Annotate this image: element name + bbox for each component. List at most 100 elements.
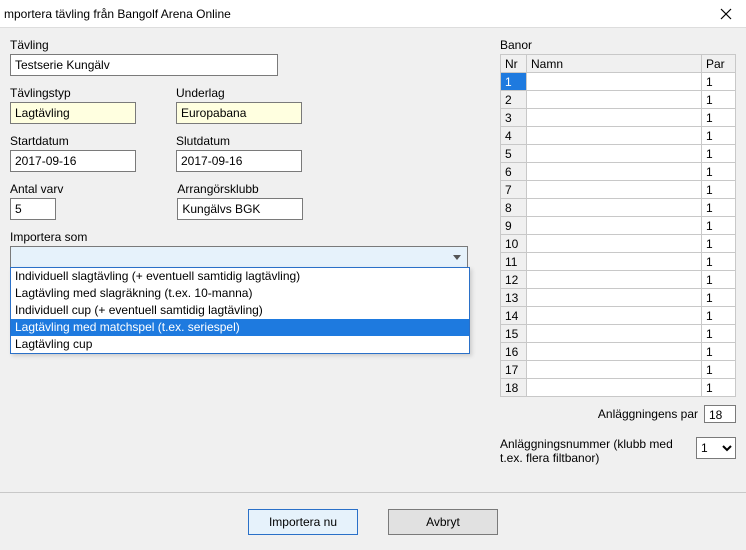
importera-som-dropdown[interactable] — [10, 246, 468, 268]
table-row[interactable]: 15 1 — [501, 325, 736, 343]
cell-par[interactable]: 1 — [702, 181, 736, 199]
dropdown-option[interactable]: Individuell cup (+ eventuell samtidig la… — [11, 302, 469, 319]
dropdown-option[interactable]: Individuell slagtävling (+ eventuell sam… — [11, 268, 469, 285]
cell-name[interactable] — [527, 217, 702, 235]
table-row[interactable]: 18 1 — [501, 379, 736, 397]
close-button[interactable] — [706, 0, 746, 28]
cell-name[interactable] — [527, 199, 702, 217]
cell-nr[interactable]: 5 — [501, 145, 527, 163]
cell-name[interactable] — [527, 109, 702, 127]
cell-name[interactable] — [527, 235, 702, 253]
cell-name[interactable] — [527, 253, 702, 271]
arrangorsklubb-input[interactable] — [177, 198, 303, 220]
antalvarv-input[interactable] — [10, 198, 56, 220]
table-row[interactable]: 12 1 — [501, 271, 736, 289]
close-icon — [720, 8, 732, 20]
dropdown-option[interactable]: Lagtävling cup — [11, 336, 469, 353]
cell-par[interactable]: 1 — [702, 199, 736, 217]
cell-name[interactable] — [527, 325, 702, 343]
cell-name[interactable] — [527, 379, 702, 397]
table-row[interactable]: 11 — [501, 73, 736, 91]
cell-par[interactable]: 1 — [702, 73, 736, 91]
table-row[interactable]: 51 — [501, 145, 736, 163]
cell-nr[interactable]: 8 — [501, 199, 527, 217]
table-row[interactable]: 21 — [501, 91, 736, 109]
cell-name[interactable] — [527, 343, 702, 361]
anlaggningens-par-label: Anläggningens par — [598, 407, 698, 421]
cell-name[interactable] — [527, 91, 702, 109]
cell-name[interactable] — [527, 73, 702, 91]
table-row[interactable]: 91 — [501, 217, 736, 235]
anlaggningsnummer-label: Anläggningsnummer (klubb med t.ex. flera… — [500, 437, 680, 465]
slutdatum-input[interactable] — [176, 150, 302, 172]
cell-par[interactable]: 1 — [702, 271, 736, 289]
footer: Importera nu Avbryt — [0, 492, 746, 550]
dropdown-option[interactable]: Lagtävling med matchspel (t.ex. seriespe… — [11, 319, 469, 336]
startdatum-input[interactable] — [10, 150, 136, 172]
cell-nr[interactable]: 11 — [501, 253, 527, 271]
cell-nr[interactable]: 15 — [501, 325, 527, 343]
cell-par[interactable]: 1 — [702, 145, 736, 163]
cell-name[interactable] — [527, 289, 702, 307]
table-row[interactable]: 81 — [501, 199, 736, 217]
cell-name[interactable] — [527, 307, 702, 325]
cell-nr[interactable]: 1 — [501, 73, 527, 91]
table-row[interactable]: 14 1 — [501, 307, 736, 325]
importera-som-dropdown-panel[interactable]: Individuell slagtävling (+ eventuell sam… — [10, 267, 470, 354]
cell-nr[interactable]: 2 — [501, 91, 527, 109]
cell-name[interactable] — [527, 181, 702, 199]
anlaggningsnummer-select[interactable]: 1 — [696, 437, 736, 459]
cell-name[interactable] — [527, 145, 702, 163]
cell-nr[interactable]: 12 — [501, 271, 527, 289]
avbryt-button[interactable]: Avbryt — [388, 509, 498, 535]
cell-nr[interactable]: 18 — [501, 379, 527, 397]
col-nr-header[interactable]: Nr — [501, 55, 527, 73]
cell-par[interactable]: 1 — [702, 91, 736, 109]
cell-name[interactable] — [527, 127, 702, 145]
cell-par[interactable]: 1 — [702, 343, 736, 361]
cell-par[interactable]: 1 — [702, 109, 736, 127]
cell-name[interactable] — [527, 163, 702, 181]
cell-par[interactable]: 1 — [702, 217, 736, 235]
cell-name[interactable] — [527, 361, 702, 379]
table-row[interactable]: 71 — [501, 181, 736, 199]
cell-par[interactable]: 1 — [702, 325, 736, 343]
cell-name[interactable] — [527, 271, 702, 289]
table-row[interactable]: 41 — [501, 127, 736, 145]
col-name-header[interactable]: Namn — [527, 55, 702, 73]
cell-par[interactable]: 1 — [702, 307, 736, 325]
underlag-label: Underlag — [176, 86, 302, 100]
tavling-input[interactable] — [10, 54, 278, 76]
dropdown-option[interactable]: Lagtävling med slagräkning (t.ex. 10-man… — [11, 285, 469, 302]
cell-par[interactable]: 1 — [702, 235, 736, 253]
underlag-input[interactable] — [176, 102, 302, 124]
cell-nr[interactable]: 16 — [501, 343, 527, 361]
importera-nu-button[interactable]: Importera nu — [248, 509, 358, 535]
cell-nr[interactable]: 9 — [501, 217, 527, 235]
cell-nr[interactable]: 14 — [501, 307, 527, 325]
table-row[interactable]: 16 1 — [501, 343, 736, 361]
table-row[interactable]: 111 — [501, 253, 736, 271]
cell-nr[interactable]: 4 — [501, 127, 527, 145]
cell-nr[interactable]: 10 — [501, 235, 527, 253]
col-par-header[interactable]: Par — [702, 55, 736, 73]
table-row[interactable]: 13 1 — [501, 289, 736, 307]
cell-nr[interactable]: 17 — [501, 361, 527, 379]
table-row[interactable]: 61 — [501, 163, 736, 181]
cell-par[interactable]: 1 — [702, 253, 736, 271]
table-row[interactable]: 10 1 — [501, 235, 736, 253]
cell-nr[interactable]: 6 — [501, 163, 527, 181]
cell-par[interactable]: 1 — [702, 289, 736, 307]
cell-par[interactable]: 1 — [702, 379, 736, 397]
cell-nr[interactable]: 7 — [501, 181, 527, 199]
cell-par[interactable]: 1 — [702, 163, 736, 181]
anlaggningens-par-value: 18 — [704, 405, 736, 423]
cell-par[interactable]: 1 — [702, 361, 736, 379]
title-bar: mportera tävling från Bangolf Arena Onli… — [0, 0, 746, 28]
cell-nr[interactable]: 13 — [501, 289, 527, 307]
cell-par[interactable]: 1 — [702, 127, 736, 145]
cell-nr[interactable]: 3 — [501, 109, 527, 127]
tavlingstyp-input[interactable] — [10, 102, 136, 124]
table-row[interactable]: 31 — [501, 109, 736, 127]
table-row[interactable]: 17 1 — [501, 361, 736, 379]
